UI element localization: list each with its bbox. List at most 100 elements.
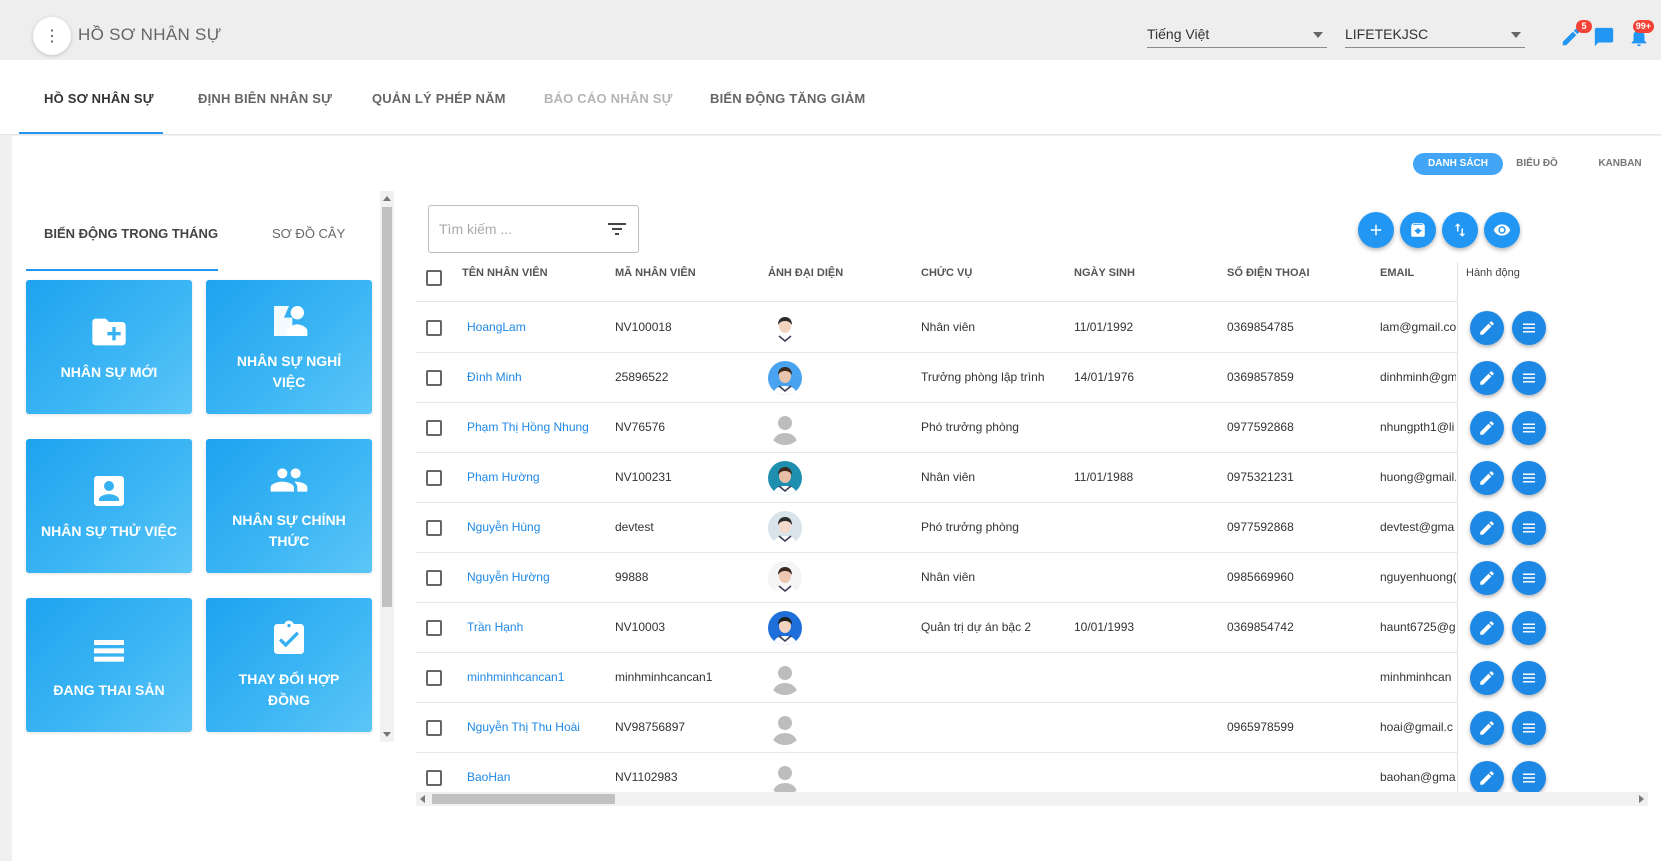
employee-name-link[interactable]: HoangLam bbox=[467, 320, 602, 334]
employee-name-link[interactable]: Nguyễn Thị Thu Hoài bbox=[467, 720, 602, 734]
row-checkbox[interactable] bbox=[426, 320, 442, 336]
edit-row-button[interactable] bbox=[1470, 461, 1504, 495]
card-nhan-su-nghi-viec[interactable]: NHÂN SỰ NGHỈ VIỆC bbox=[206, 280, 372, 414]
tab-ho-so-nhan-su[interactable]: HỒ SƠ NHÂN SỰ bbox=[44, 91, 154, 106]
row-checkbox[interactable] bbox=[426, 420, 442, 436]
row-checkbox[interactable] bbox=[426, 520, 442, 536]
scroll-down-icon[interactable] bbox=[383, 732, 391, 737]
employee-email: minhminhcan bbox=[1380, 670, 1452, 684]
row-menu-button[interactable] bbox=[1512, 561, 1546, 595]
row-menu-button[interactable] bbox=[1512, 361, 1546, 395]
archive-icon bbox=[1411, 223, 1425, 237]
column-header-avatar[interactable]: ẢNH ĐẠI DIỆN bbox=[768, 267, 843, 279]
row-checkbox[interactable] bbox=[426, 570, 442, 586]
edit-row-button[interactable] bbox=[1470, 411, 1504, 445]
edit-row-button[interactable] bbox=[1470, 561, 1504, 595]
column-header-name[interactable]: TÊN NHÂN VIÊN bbox=[462, 267, 548, 279]
active-tab-indicator bbox=[19, 132, 163, 134]
view-chart-button[interactable]: BIỂU ĐỒ bbox=[1512, 153, 1562, 175]
sort-button[interactable] bbox=[1442, 212, 1478, 248]
view-kanban-button[interactable]: KANBAN bbox=[1594, 153, 1646, 175]
row-checkbox[interactable] bbox=[426, 620, 442, 636]
employee-name-link[interactable]: BaoHan bbox=[467, 770, 602, 784]
column-header-dob[interactable]: NGÀY SINH bbox=[1074, 267, 1135, 279]
row-menu-button[interactable] bbox=[1512, 411, 1546, 445]
employee-name-link[interactable]: Đình Minh bbox=[467, 370, 602, 384]
row-menu-button[interactable] bbox=[1512, 611, 1546, 645]
menu-lines-icon bbox=[1523, 573, 1535, 583]
row-checkbox[interactable] bbox=[426, 770, 442, 786]
edit-row-button[interactable] bbox=[1470, 661, 1504, 695]
archive-button[interactable] bbox=[1400, 212, 1436, 248]
scrollbar-thumb[interactable] bbox=[382, 207, 392, 607]
edit-row-button[interactable] bbox=[1470, 711, 1504, 745]
add-employee-button[interactable] bbox=[1358, 212, 1394, 248]
menu-lines-icon bbox=[1523, 473, 1535, 483]
row-checkbox[interactable] bbox=[426, 670, 442, 686]
scroll-right-icon[interactable] bbox=[1639, 795, 1644, 803]
row-menu-button[interactable] bbox=[1512, 761, 1546, 795]
card-nhan-su-moi[interactable]: NHÂN SỰ MỚI bbox=[26, 280, 192, 414]
employee-name-link[interactable]: Phạm Thị Hồng Nhung bbox=[467, 420, 602, 434]
scrollbar-thumb[interactable] bbox=[432, 794, 615, 804]
tab-bien-dong-trong-thang[interactable]: BIẾN ĐỘNG TRONG THÁNG bbox=[44, 226, 218, 241]
employee-dob: 11/01/1988 bbox=[1074, 470, 1134, 484]
card-nhan-su-chinh-thuc[interactable]: NHÂN SỰ CHÍNH THỨC bbox=[206, 439, 372, 573]
employee-phone: 0977592868 bbox=[1227, 520, 1294, 534]
left-panel-scrollbar[interactable] bbox=[380, 191, 394, 742]
table-horizontal-scrollbar[interactable] bbox=[416, 792, 1648, 806]
tab-bien-dong-tang-giam[interactable]: BIẾN ĐỘNG TĂNG GIẢM bbox=[710, 91, 865, 106]
employee-code: NV10003 bbox=[615, 620, 666, 634]
select-all-checkbox[interactable] bbox=[426, 270, 442, 286]
row-menu-button[interactable] bbox=[1512, 711, 1546, 745]
employee-name-link[interactable]: Nguyễn Hùng bbox=[467, 520, 602, 534]
filter-icon[interactable] bbox=[608, 221, 626, 237]
module-tabs: HỒ SƠ NHÂN SỰ ĐỊNH BIÊN NHÂN SỰ QUẢN LÝ … bbox=[0, 60, 1661, 135]
search-input[interactable] bbox=[439, 218, 599, 240]
pencil-icon bbox=[1480, 721, 1494, 735]
edit-row-button[interactable] bbox=[1470, 761, 1504, 795]
view-columns-button[interactable] bbox=[1484, 212, 1520, 248]
edit-notification-button[interactable]: 5 bbox=[1560, 20, 1592, 48]
card-nhan-su-thu-viec[interactable]: NHÂN SỰ THỬ VIỆC bbox=[26, 439, 192, 573]
edit-row-button[interactable] bbox=[1470, 311, 1504, 345]
view-list-button[interactable]: DANH SÁCH bbox=[1413, 153, 1503, 175]
employee-code: 99888 bbox=[615, 570, 649, 584]
column-header-phone[interactable]: SỐ ĐIỆN THOẠI bbox=[1227, 267, 1310, 279]
employee-name-link[interactable]: Trần Hạnh bbox=[467, 620, 602, 634]
row-checkbox[interactable] bbox=[426, 470, 442, 486]
tab-so-do-cay[interactable]: SƠ ĐỒ CÂY bbox=[272, 226, 345, 241]
row-checkbox[interactable] bbox=[426, 370, 442, 386]
row-menu-button[interactable] bbox=[1512, 311, 1546, 345]
employee-avatar bbox=[768, 561, 802, 595]
card-thay-doi-hop-dong[interactable]: THAY ĐỔI HỢP ĐỒNG bbox=[206, 598, 372, 732]
edit-row-button[interactable] bbox=[1470, 361, 1504, 395]
menu-lines-icon bbox=[1523, 523, 1535, 533]
bell-button[interactable]: 99+ bbox=[1628, 20, 1654, 48]
column-header-email[interactable]: EMAIL bbox=[1380, 267, 1414, 279]
column-header-position[interactable]: CHỨC VỤ bbox=[921, 267, 972, 279]
chat-button[interactable] bbox=[1593, 26, 1615, 48]
row-menu-button[interactable] bbox=[1512, 511, 1546, 545]
scroll-up-icon[interactable] bbox=[383, 196, 391, 201]
edit-row-button[interactable] bbox=[1470, 611, 1504, 645]
column-header-code[interactable]: MÃ NHÂN VIÊN bbox=[615, 267, 696, 279]
employee-name-link[interactable]: Phạm Hường bbox=[467, 470, 602, 484]
employee-email: huong@gmail. bbox=[1380, 470, 1456, 484]
language-select[interactable]: Tiếng Việt bbox=[1147, 22, 1327, 48]
card-dang-thai-san[interactable]: ĐANG THAI SẢN bbox=[26, 598, 192, 732]
company-select[interactable]: LIFETEKJSC bbox=[1345, 22, 1525, 48]
employee-code: 25896522 bbox=[615, 370, 669, 384]
tab-dinh-bien-nhan-su[interactable]: ĐỊNH BIÊN NHÂN SỰ bbox=[198, 91, 332, 106]
tab-quan-ly-phep-nam[interactable]: QUẢN LÝ PHÉP NĂM bbox=[372, 91, 506, 106]
scroll-left-icon[interactable] bbox=[420, 795, 425, 803]
employee-name-link[interactable]: Nguyễn Hường bbox=[467, 570, 602, 584]
edit-row-button[interactable] bbox=[1470, 511, 1504, 545]
employee-dob: 14/01/1976 bbox=[1074, 370, 1135, 384]
more-menu-button[interactable]: ⋮ bbox=[33, 17, 71, 55]
row-checkbox[interactable] bbox=[426, 720, 442, 736]
row-menu-button[interactable] bbox=[1512, 661, 1546, 695]
pencil-icon bbox=[1480, 671, 1494, 685]
row-menu-button[interactable] bbox=[1512, 461, 1546, 495]
employee-name-link[interactable]: minhminhcancan1 bbox=[467, 670, 602, 684]
